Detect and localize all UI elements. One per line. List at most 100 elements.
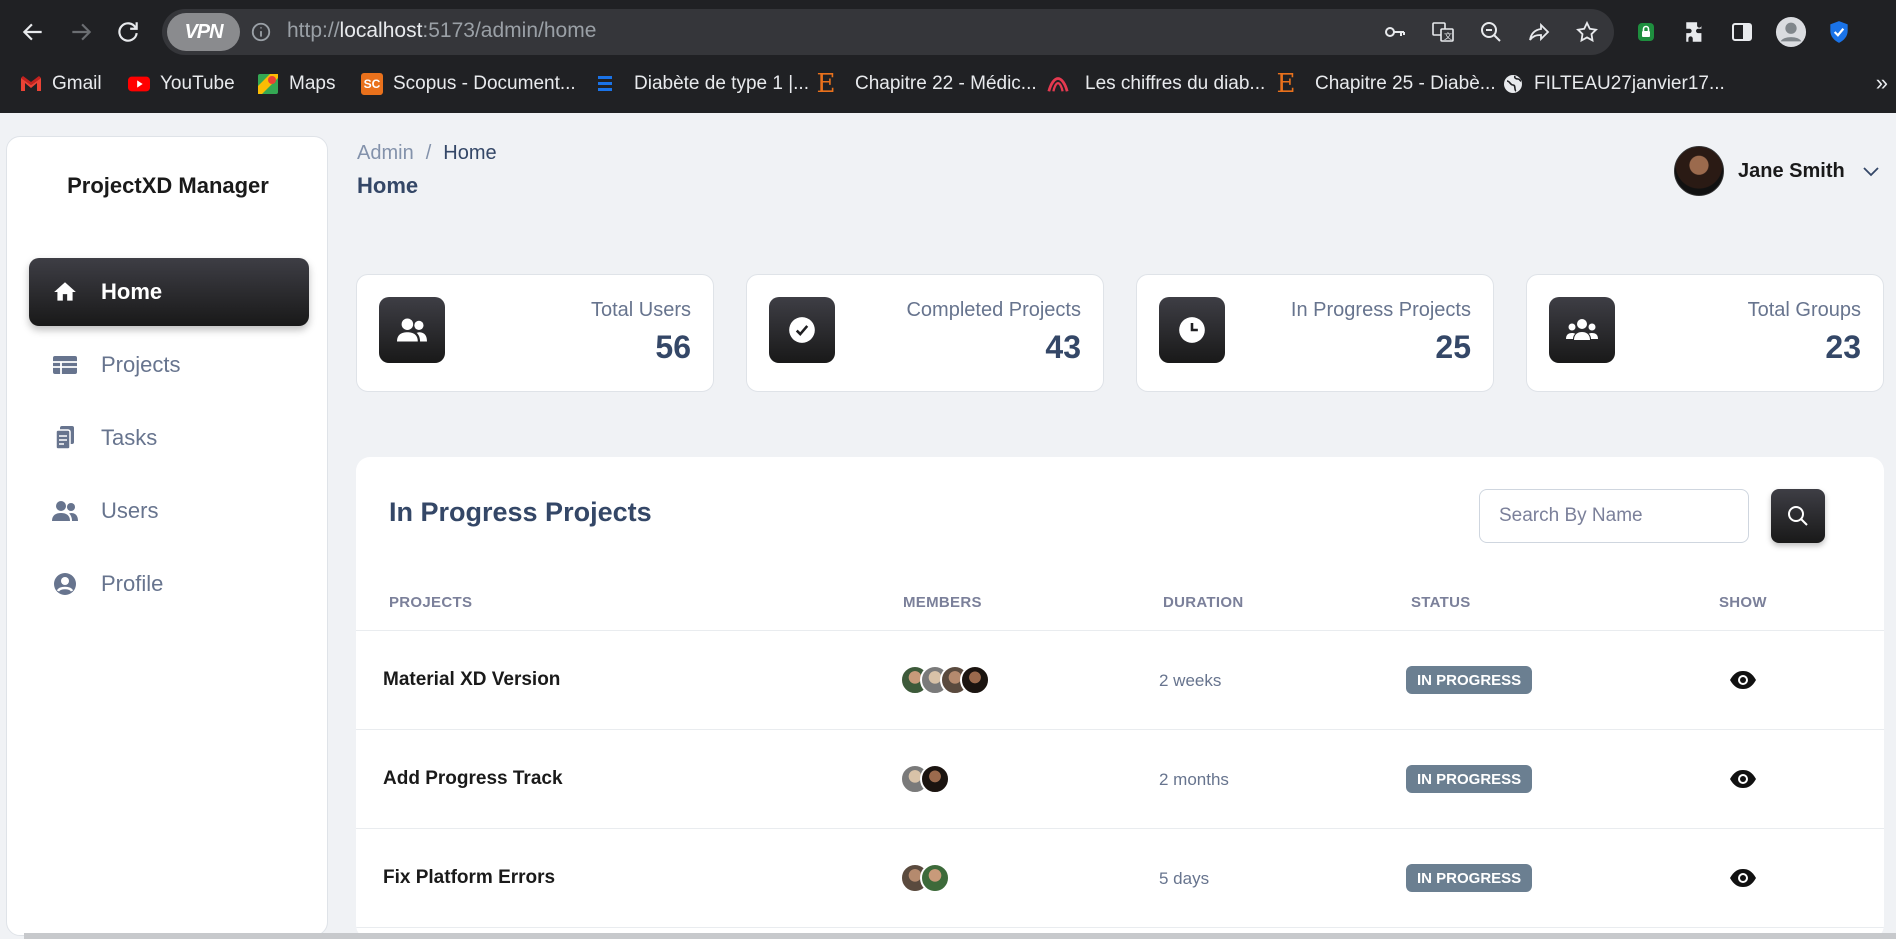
table-divider (356, 927, 1884, 928)
status-badge: IN PROGRESS (1406, 864, 1533, 892)
breadcrumb: Admin / Home (357, 142, 497, 165)
chevron-down-icon (1863, 167, 1879, 177)
scopus-icon: SC (361, 73, 383, 95)
url-host: localhost (339, 19, 423, 42)
breadcrumb-current: Home (443, 142, 497, 164)
elsevier-icon: E (1276, 69, 1296, 99)
groups-icon (1549, 297, 1615, 363)
clock-icon (1159, 297, 1225, 363)
sidebar-item-users[interactable]: Users (29, 477, 309, 545)
back-button[interactable] (15, 14, 51, 50)
vpn-button[interactable]: VPN (167, 13, 240, 51)
avatar[interactable] (960, 665, 990, 695)
member-avatars (900, 764, 950, 794)
avatar[interactable] (920, 764, 950, 794)
breadcrumb-root[interactable]: Admin (357, 142, 414, 164)
bookmarks-overflow-button[interactable]: » (1876, 70, 1888, 96)
users-icon (51, 497, 79, 525)
stat-value: 25 (1435, 329, 1471, 365)
card-title: In Progress Projects (389, 497, 652, 527)
bookmark-chapitre-25[interactable]: E Chapitre 25 - Diabè... (1275, 69, 1496, 99)
eye-icon (1730, 671, 1756, 689)
bookmark-chiffres-diabete[interactable]: Les chiffres du diab... (1047, 70, 1265, 98)
bookmark-label: Maps (289, 73, 336, 94)
browser-chrome: VPN http://localhost:5173/admin/home 文 G… (0, 0, 1896, 113)
info-icon[interactable] (250, 21, 272, 43)
project-name[interactable]: Material XD Version (383, 669, 560, 691)
arrow-right-icon (72, 23, 92, 41)
bookmark-label: Gmail (52, 73, 102, 94)
column-header-status: STATUS (1411, 594, 1471, 611)
column-header-show: SHOW (1719, 594, 1767, 611)
brand-title: ProjectXD Manager (67, 173, 269, 198)
bookmark-gmail[interactable]: Gmail (20, 70, 102, 98)
bookmark-chapitre-22[interactable]: E Chapitre 22 - Médic... (815, 69, 1037, 99)
home-icon (51, 278, 79, 306)
sidebar-item-profile[interactable]: Profile (29, 550, 309, 618)
search-input[interactable] (1479, 489, 1749, 543)
sidebar-item-label: Tasks (101, 425, 158, 450)
bookmark-label: Scopus - Document... (393, 73, 576, 94)
eye-icon (1730, 770, 1756, 788)
project-name[interactable]: Add Progress Track (383, 768, 563, 790)
key-icon[interactable] (1381, 18, 1409, 46)
address-bar-row: VPN http://localhost:5173/admin/home 文 (0, 0, 1896, 64)
share-icon[interactable] (1525, 18, 1553, 46)
table-row: Fix Platform Errors 5 days IN PROGRESS (356, 829, 1884, 927)
sidebar-item-label: Projects (101, 352, 181, 377)
bookmark-label: Diabète de type 1 |... (634, 73, 809, 94)
bookmark-scopus[interactable]: SC Scopus - Document... (361, 70, 576, 98)
project-duration: 2 weeks (1159, 671, 1222, 690)
reload-button[interactable] (110, 14, 146, 50)
url-text[interactable]: http://localhost:5173/admin/home (287, 19, 596, 43)
bookmark-diabete-type-1[interactable]: Diabète de type 1 |... (594, 70, 809, 98)
stat-value: 23 (1825, 329, 1861, 365)
gmail-icon (20, 73, 42, 95)
maps-icon (257, 73, 279, 95)
sidebar-item-label: Home (101, 279, 163, 304)
show-project-button[interactable] (1728, 766, 1758, 792)
password-lock-icon[interactable] (1630, 16, 1662, 48)
bookmark-label: Chapitre 25 - Diabè... (1315, 73, 1496, 94)
forward-button[interactable] (63, 14, 99, 50)
stat-card-completed-projects: Completed Projects 43 (746, 274, 1104, 392)
member-avatars (900, 665, 990, 695)
bookmark-filteau[interactable]: FILTEAU27janvier17... (1502, 70, 1725, 98)
user-name: Jane Smith (1738, 159, 1845, 182)
search-button[interactable] (1771, 489, 1825, 543)
status-badge: IN PROGRESS (1406, 765, 1533, 793)
page-title: Home (357, 173, 419, 198)
side-panel-icon[interactable] (1726, 16, 1758, 48)
show-project-button[interactable] (1728, 667, 1758, 693)
show-project-button[interactable] (1728, 865, 1758, 891)
table-icon (51, 351, 79, 379)
stat-label: Total Users (590, 299, 691, 321)
project-name[interactable]: Fix Platform Errors (383, 867, 555, 889)
profile-avatar-icon[interactable] (1775, 16, 1807, 48)
url-path: :5173/admin/home (422, 19, 597, 42)
bookmark-youtube[interactable]: YouTube (128, 70, 235, 98)
translate-icon[interactable]: 文 (1429, 18, 1457, 46)
avatar (1674, 146, 1724, 196)
column-header-projects: PROJECTS (389, 594, 473, 611)
federation-icon (1047, 73, 1069, 95)
stat-label: In Progress Projects (1290, 299, 1471, 321)
stat-card-total-groups: Total Groups 23 (1526, 274, 1884, 392)
table-row: Add Progress Track 2 months IN PROGRESS (356, 730, 1884, 828)
sidebar-item-tasks[interactable]: Tasks (29, 404, 309, 472)
bookmark-maps[interactable]: Maps (257, 70, 335, 98)
sidebar-item-home[interactable]: Home (29, 258, 309, 326)
list-icon (594, 73, 616, 95)
shield-check-icon[interactable] (1823, 16, 1855, 48)
user-menu[interactable]: Jane Smith (1674, 146, 1883, 196)
sidebar-item-projects[interactable]: Projects (29, 331, 309, 399)
svg-text:文: 文 (1444, 31, 1452, 41)
star-icon[interactable] (1573, 18, 1601, 46)
users-icon (379, 297, 445, 363)
avatar[interactable] (920, 863, 950, 893)
extensions-icon[interactable] (1680, 16, 1712, 48)
profile-icon (51, 570, 79, 598)
horizontal-scrollbar[interactable] (24, 933, 1896, 939)
zoom-out-icon[interactable] (1477, 18, 1505, 46)
table-row: Material XD Version 2 weeks IN PROGRESS (356, 631, 1884, 729)
